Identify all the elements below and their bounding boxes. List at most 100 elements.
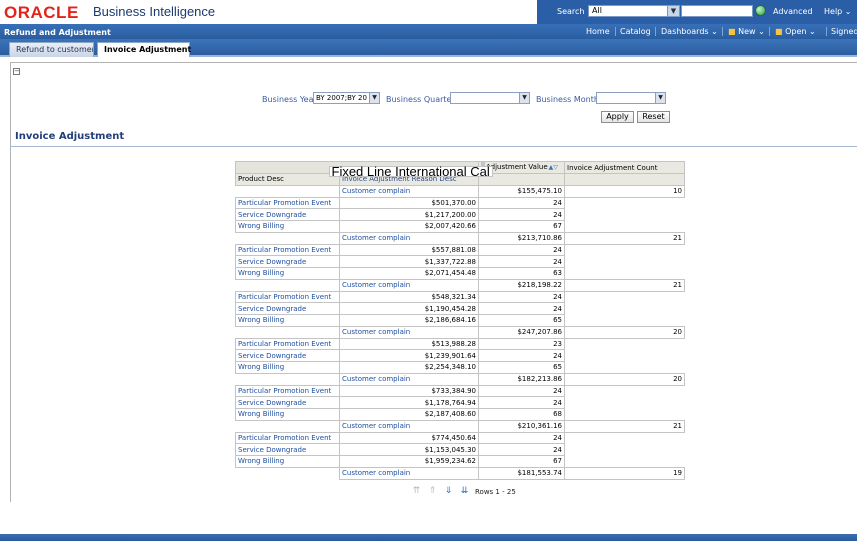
business-month-select[interactable]: ▼ bbox=[596, 92, 666, 104]
table-row: ADSL 12MCustomer complain$155,475.1010 bbox=[236, 165, 685, 198]
value-cell: $2,007,420.66 bbox=[339, 220, 479, 233]
reason-cell[interactable]: Particular Promotion Event bbox=[235, 337, 340, 351]
value-cell: $2,187,408.60 bbox=[339, 408, 479, 421]
reason-cell[interactable]: Service Downgrade bbox=[235, 443, 340, 456]
reason-cell[interactable]: Service Downgrade bbox=[235, 349, 340, 362]
apply-button[interactable]: Apply bbox=[601, 111, 634, 123]
previous-page-icon[interactable]: ⇑ bbox=[427, 486, 438, 497]
search-go-icon[interactable] bbox=[755, 5, 766, 16]
table-row: Service Downgrade $1,217,200.00 24 bbox=[235, 208, 685, 221]
table-row: Service Downgrade $1,337,722.88 24 bbox=[235, 255, 685, 268]
count-cell: 20 bbox=[564, 372, 685, 386]
search-scope-select[interactable]: All ▼ bbox=[588, 5, 680, 17]
chevron-down-icon[interactable]: ▼ bbox=[369, 93, 379, 103]
reason-cell[interactable]: Wrong Billing bbox=[235, 314, 340, 327]
table-row: Wrong Billing $1,959,234.62 67 bbox=[235, 455, 685, 468]
first-page-icon[interactable]: ⇈ bbox=[411, 486, 422, 497]
tab-invoice-adjustment[interactable]: Invoice Adjustment bbox=[97, 42, 191, 57]
count-cell: 24 bbox=[478, 290, 565, 304]
count-cell: 63 bbox=[478, 267, 565, 280]
search-input[interactable] bbox=[681, 5, 753, 17]
table-row: Wrong Billing $2,071,454.48 63 bbox=[235, 267, 685, 280]
next-page-icon[interactable]: ⇓ bbox=[443, 486, 454, 497]
value-cell: $2,071,454.48 bbox=[339, 267, 479, 280]
count-cell: 19 bbox=[564, 466, 685, 480]
chevron-down-icon[interactable]: ▼ bbox=[667, 6, 679, 16]
count-cell: 24 bbox=[478, 196, 565, 210]
nav-separator bbox=[722, 27, 723, 36]
business-year-select[interactable]: BY 2007;BY 20 ▼ bbox=[313, 92, 380, 104]
reason-cell[interactable]: Customer complain bbox=[339, 184, 479, 198]
nav-open[interactable]: ■ Open ⌄ bbox=[775, 27, 816, 36]
reason-cell[interactable]: Particular Promotion Event bbox=[235, 243, 340, 257]
reason-cell[interactable]: Wrong Billing bbox=[235, 267, 340, 280]
help-menu[interactable]: Help ⌄ bbox=[824, 7, 851, 16]
advanced-link[interactable]: Advanced bbox=[773, 7, 813, 16]
business-quarter-select[interactable]: ▼ bbox=[450, 92, 530, 104]
table-row: Particular Promotion Event $557,881.08 24 bbox=[235, 243, 685, 257]
nav-new[interactable]: ■ New ⌄ bbox=[728, 27, 765, 36]
reset-button[interactable]: Reset bbox=[637, 111, 670, 123]
reason-cell[interactable]: Customer complain bbox=[339, 419, 479, 433]
reason-cell[interactable]: Wrong Billing bbox=[235, 455, 340, 468]
reason-cell[interactable]: Service Downgrade bbox=[235, 208, 340, 221]
col-product-desc[interactable]: Product Desc bbox=[235, 173, 340, 186]
collapse-icon[interactable]: − bbox=[13, 68, 20, 75]
table-row: ADSL 4MCustomer complain$218,198.2221 bbox=[236, 165, 685, 292]
reason-cell[interactable]: Particular Promotion Event bbox=[235, 431, 340, 445]
reason-cell[interactable]: Service Downgrade bbox=[235, 255, 340, 268]
col-adjustment-value-label: Adjustment Value bbox=[486, 163, 548, 171]
business-quarter-label: Business Quarter bbox=[386, 95, 455, 104]
oracle-logo: ORACLE bbox=[4, 3, 79, 22]
sort-icon[interactable]: ▲▽ bbox=[549, 163, 558, 173]
value-cell: $210,361.16 bbox=[478, 419, 565, 433]
reason-cell[interactable]: Particular Promotion Event bbox=[235, 384, 340, 398]
nav-catalog[interactable]: Catalog bbox=[620, 27, 651, 36]
reason-cell[interactable]: Customer complain bbox=[339, 231, 479, 245]
table-row: Fixed Line International Cal Customer com… bbox=[236, 165, 685, 480]
nav-signed-in[interactable]: Signed In bbox=[831, 27, 857, 36]
search-scope-value: All bbox=[592, 6, 602, 15]
section-divider bbox=[10, 146, 857, 147]
value-cell: $182,213.86 bbox=[478, 372, 565, 386]
nav-separator bbox=[769, 27, 770, 36]
reason-cell[interactable]: Wrong Billing bbox=[235, 220, 340, 233]
value-cell: $2,186,684.16 bbox=[339, 314, 479, 327]
value-cell: $1,959,234.62 bbox=[339, 455, 479, 468]
nav-separator bbox=[615, 27, 616, 36]
reason-cell[interactable]: Customer complain bbox=[339, 372, 479, 386]
chevron-down-icon[interactable]: ▼ bbox=[655, 93, 665, 103]
tab-refund-to-customer[interactable]: Refund to customer bbox=[9, 42, 94, 57]
reason-cell[interactable]: Customer complain bbox=[339, 278, 479, 292]
reason-cell[interactable]: Service Downgrade bbox=[235, 396, 340, 409]
reason-cell[interactable]: Customer complain bbox=[339, 466, 479, 480]
last-page-icon[interactable]: ⇊ bbox=[459, 486, 470, 497]
product-cell: Fixed Line International Cal bbox=[328, 165, 493, 177]
table-row: Service Downgrade $1,153,045.30 24 bbox=[235, 443, 685, 456]
table-row: Wrong Billing $2,186,684.16 65 bbox=[235, 314, 685, 327]
reason-cell[interactable]: Particular Promotion Event bbox=[235, 196, 340, 210]
nav-dashboards[interactable]: Dashboards ⌄ bbox=[661, 27, 718, 36]
col-invoice-adjustment-count[interactable]: Invoice Adjustment Count bbox=[564, 161, 685, 174]
count-cell: 67 bbox=[478, 220, 565, 233]
chevron-down-icon[interactable]: ▼ bbox=[519, 93, 529, 103]
nav-home[interactable]: Home bbox=[586, 27, 610, 36]
new-icon: ■ bbox=[728, 27, 736, 36]
count-cell: 24 bbox=[478, 443, 565, 456]
count-cell: 24 bbox=[478, 302, 565, 315]
reason-cell[interactable]: Particular Promotion Event bbox=[235, 290, 340, 304]
table-row: Fixed Line Domestic CalCustomer complain… bbox=[236, 165, 685, 433]
reason-cell[interactable]: Wrong Billing bbox=[235, 361, 340, 374]
nav-new-label: New ⌄ bbox=[738, 27, 765, 36]
table-row: FAXCustomer complain$182,213.8620 bbox=[236, 165, 685, 386]
value-cell: $548,321.34 bbox=[339, 290, 479, 304]
count-cell: 21 bbox=[564, 419, 685, 433]
reason-cell[interactable]: Service Downgrade bbox=[235, 302, 340, 315]
table-row: Particular Promotion Event $774,450.64 24 bbox=[235, 431, 685, 445]
table-row: Particular Promotion Event $513,988.28 23 bbox=[235, 337, 685, 351]
count-cell: 24 bbox=[478, 384, 565, 398]
reason-cell[interactable]: Wrong Billing bbox=[235, 408, 340, 421]
reason-cell[interactable]: Customer complain bbox=[339, 325, 479, 339]
business-year-value: BY 2007;BY 20 bbox=[316, 94, 367, 102]
value-cell: $557,881.08 bbox=[339, 243, 479, 257]
